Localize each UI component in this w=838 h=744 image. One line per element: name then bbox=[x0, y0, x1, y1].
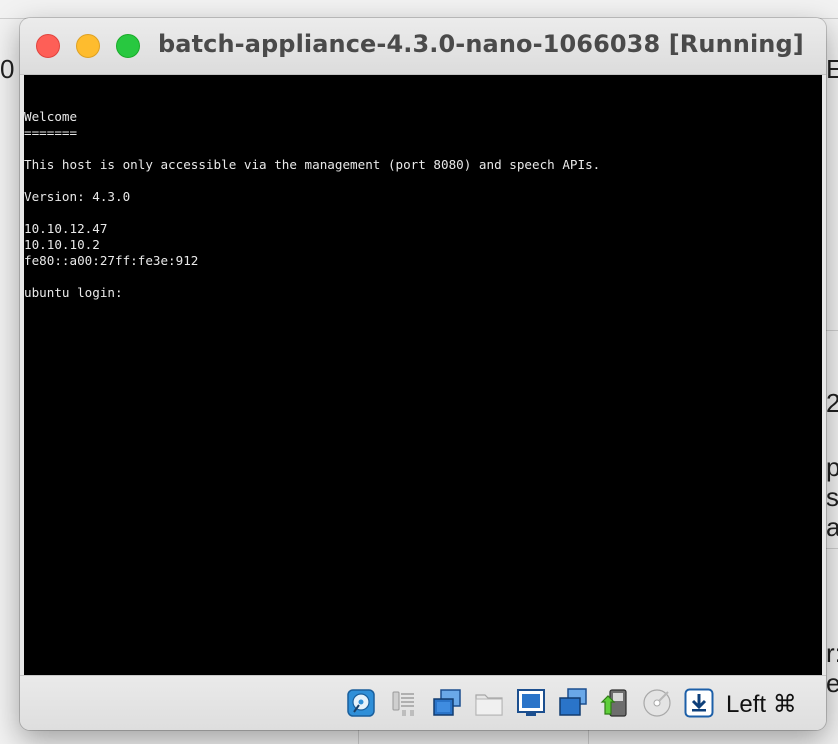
status-bar: Left ⌘ bbox=[20, 675, 826, 730]
background-text-right-1: E bbox=[826, 54, 838, 84]
optical-disk-icon[interactable] bbox=[642, 688, 672, 718]
console-line: fe80::a00:27ff:fe3e:912 bbox=[24, 253, 199, 268]
console-line: Version: 4.3.0 bbox=[24, 189, 131, 204]
usb-icon[interactable] bbox=[600, 688, 630, 718]
minimize-window-button[interactable] bbox=[76, 34, 100, 58]
console-line: Welcome bbox=[24, 109, 78, 124]
console-line: This host is only accessible via the man… bbox=[24, 157, 601, 172]
virtual-machine-window[interactable]: batch-appliance-4.3.0-nano-1066038 [Runn… bbox=[20, 18, 826, 730]
host-key-label: Left ⌘ bbox=[726, 691, 797, 718]
background-text-right-2: 2 bbox=[826, 388, 838, 418]
console-line: ubuntu login: bbox=[24, 285, 123, 300]
title-bar[interactable]: batch-appliance-4.3.0-nano-1066038 [Runn… bbox=[20, 18, 826, 75]
console-line: 10.10.12.47 bbox=[24, 221, 108, 236]
hard-disk-icon[interactable] bbox=[346, 688, 376, 718]
console-line: ======= bbox=[24, 125, 78, 140]
console-line: 10.10.10.2 bbox=[24, 237, 100, 252]
background-divider-right bbox=[826, 330, 838, 331]
background-text-left: 0 bbox=[0, 54, 15, 84]
vm-console-screen[interactable]: Welcome ======= This host is only accessib… bbox=[24, 75, 822, 675]
background-text-right-4: s bbox=[826, 482, 838, 512]
background-divider-bottom bbox=[358, 730, 359, 744]
background-text-right-6: r: bbox=[826, 638, 838, 668]
maximize-window-button[interactable] bbox=[116, 34, 140, 58]
display-alt-icon[interactable] bbox=[558, 688, 588, 718]
network-icon[interactable] bbox=[432, 688, 462, 718]
window-title: batch-appliance-4.3.0-nano-1066038 [Runn… bbox=[158, 30, 804, 58]
display-icon[interactable] bbox=[516, 688, 546, 718]
shared-folder-icon[interactable] bbox=[474, 688, 504, 718]
audio-icon[interactable] bbox=[390, 688, 420, 718]
host-key-arrow-icon[interactable] bbox=[684, 688, 714, 718]
background-text-right-3: p bbox=[826, 452, 838, 482]
close-window-button[interactable] bbox=[36, 34, 60, 58]
background-divider-right-2 bbox=[826, 548, 838, 549]
background-divider-bottom-2 bbox=[588, 730, 589, 744]
background-text-right-5: a bbox=[826, 512, 838, 542]
background-text-right-7: e bbox=[826, 668, 838, 698]
